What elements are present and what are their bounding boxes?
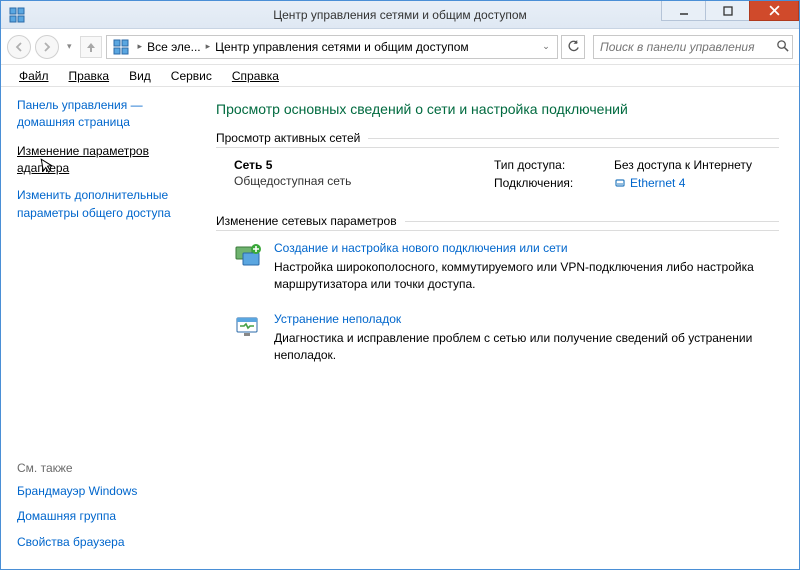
change-settings-header: Изменение сетевых параметров xyxy=(216,214,779,231)
option-desc: Диагностика и исправление проблем с сеть… xyxy=(274,330,779,365)
network-type: Общедоступная сеть xyxy=(234,174,494,188)
search-input[interactable] xyxy=(594,40,772,54)
troubleshoot-option[interactable]: Устранение неполадок Диагностика и испра… xyxy=(234,312,779,365)
section-label-text: Просмотр активных сетей xyxy=(216,131,360,145)
connections-label: Подключения: xyxy=(494,176,614,190)
breadcrumb[interactable]: ▸ Все эле... ▸ Центр управления сетями и… xyxy=(106,35,558,59)
menu-edit[interactable]: Правка xyxy=(61,67,118,85)
active-network-block: Сеть 5 Общедоступная сеть Тип доступа: Б… xyxy=(234,158,779,194)
setup-new-connection-option[interactable]: Создание и настройка нового подключения … xyxy=(234,241,779,294)
connection-link[interactable]: Ethernet 4 xyxy=(614,176,685,190)
main-panel: Просмотр основных сведений о сети и наст… xyxy=(196,87,799,569)
ethernet-icon xyxy=(614,177,626,189)
network-name: Сеть 5 xyxy=(234,158,494,172)
search-box[interactable] xyxy=(593,35,793,59)
menu-file[interactable]: Файл xyxy=(11,67,57,85)
cursor-icon xyxy=(40,156,58,181)
option-desc: Настройка широкополосного, коммутируемог… xyxy=(274,259,779,294)
nav-back-button[interactable] xyxy=(7,35,31,59)
breadcrumb-dropdown[interactable]: ⌄ xyxy=(537,36,555,58)
page-title: Просмотр основных сведений о сети и наст… xyxy=(216,101,779,117)
option-title: Устранение неполадок xyxy=(274,312,779,326)
nav-forward-button[interactable] xyxy=(35,35,59,59)
maximize-button[interactable] xyxy=(705,1,750,21)
access-type-label: Тип доступа: xyxy=(494,158,614,172)
refresh-button[interactable] xyxy=(561,35,585,59)
control-panel-icon xyxy=(113,39,129,55)
see-also-header: См. также xyxy=(17,461,184,475)
change-adapter-settings-link[interactable]: Изменение параметров адаптера xyxy=(17,143,184,178)
app-icon xyxy=(9,7,25,23)
menu-view[interactable]: Вид xyxy=(121,67,159,85)
window: Центр управления сетями и общим доступом… xyxy=(0,0,800,570)
section-label-text: Изменение сетевых параметров xyxy=(216,214,397,228)
history-dropdown[interactable]: ▾ xyxy=(63,41,76,52)
homegroup-link[interactable]: Домашняя группа xyxy=(17,508,184,525)
link-text: Изменение параметров адаптера xyxy=(17,144,149,175)
menu-tools[interactable]: Сервис xyxy=(163,67,220,85)
connection-name: Ethernet 4 xyxy=(630,176,685,190)
troubleshoot-icon xyxy=(234,314,262,340)
breadcrumb-item[interactable]: Центр управления сетями и общим доступом xyxy=(215,40,469,54)
close-button[interactable] xyxy=(749,1,799,21)
navbar: ▾ ▸ Все эле... ▸ Центр управления сетями… xyxy=(1,29,799,65)
menubar: Файл Правка Вид Сервис Справка xyxy=(1,65,799,87)
access-type-value: Без доступа к Интернету xyxy=(614,158,752,172)
advanced-sharing-settings-link[interactable]: Изменить дополнительные параметры общего… xyxy=(17,187,184,222)
minimize-button[interactable] xyxy=(661,1,706,21)
browser-properties-link[interactable]: Свойства браузера xyxy=(17,534,184,551)
firewall-link[interactable]: Брандмауэр Windows xyxy=(17,483,184,500)
sidebar: Панель управления — домашняя страница Из… xyxy=(1,87,196,569)
search-icon[interactable] xyxy=(772,39,792,55)
new-connection-icon xyxy=(234,243,262,269)
control-panel-home-link[interactable]: Панель управления — домашняя страница xyxy=(17,97,184,131)
breadcrumb-item[interactable]: Все эле... xyxy=(147,40,201,54)
content-area: Панель управления — домашняя страница Из… xyxy=(1,87,799,569)
option-title: Создание и настройка нового подключения … xyxy=(274,241,779,255)
nav-up-button[interactable] xyxy=(80,36,102,58)
chevron-right-icon: ▸ xyxy=(203,41,214,52)
menu-help[interactable]: Справка xyxy=(224,67,287,85)
chevron-right-icon: ▸ xyxy=(135,41,146,52)
active-networks-header: Просмотр активных сетей xyxy=(216,131,779,148)
titlebar: Центр управления сетями и общим доступом xyxy=(1,1,799,29)
